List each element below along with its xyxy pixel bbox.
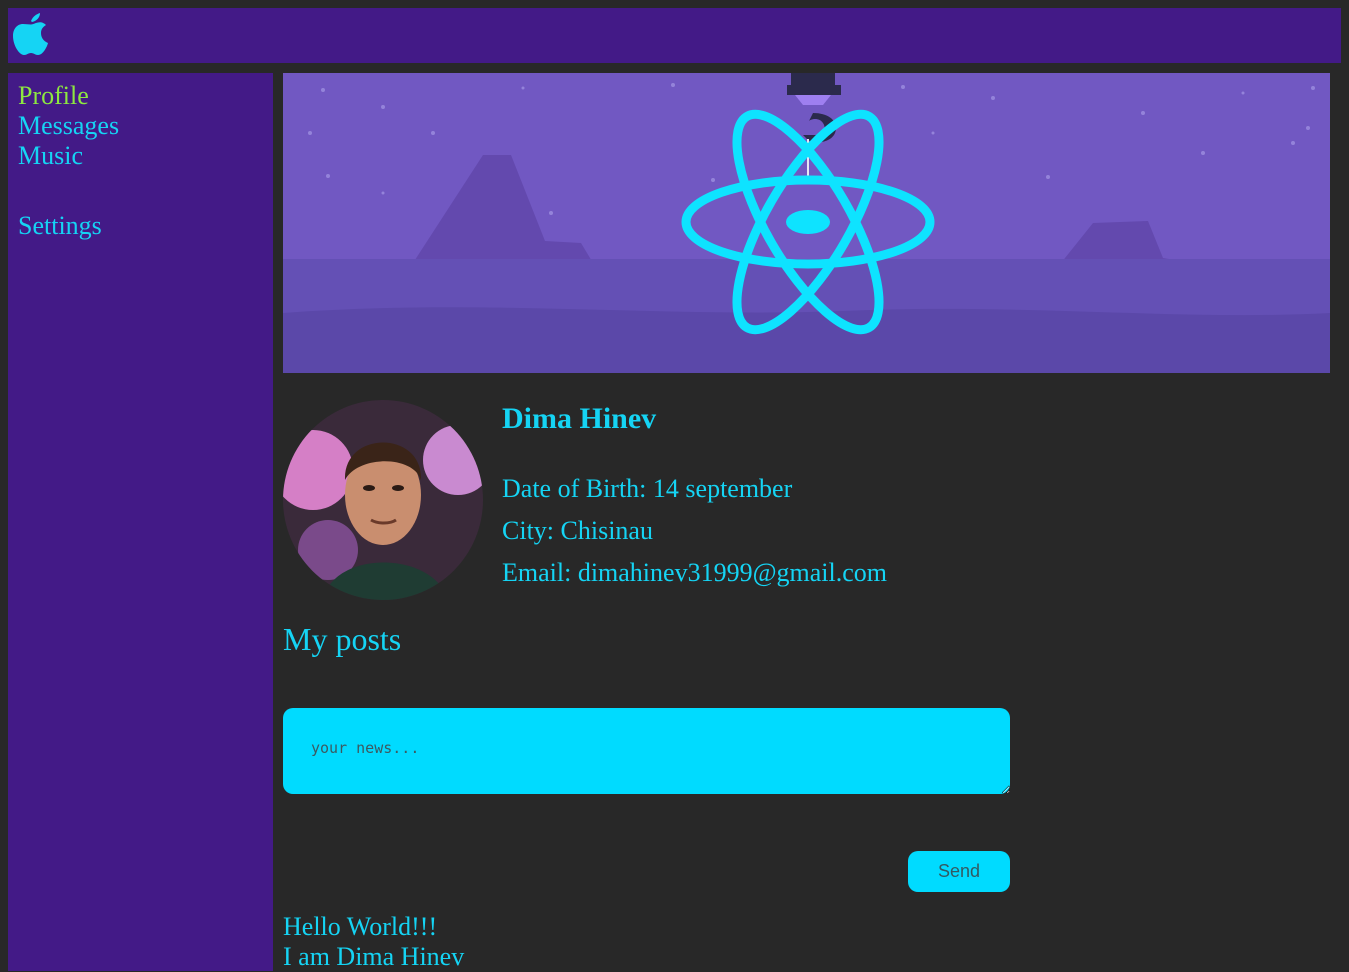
react-banner-image <box>283 73 1330 373</box>
news-input[interactable] <box>283 708 1010 794</box>
post-item: Hello World!!! <box>283 912 438 941</box>
profile-photo-image <box>283 400 483 600</box>
profile-banner <box>283 73 1330 373</box>
post-item: I am Dima Hinev <box>283 942 465 971</box>
posts-title: My posts <box>283 621 402 657</box>
avatar <box>283 400 483 600</box>
nav-item-messages[interactable]: Messages <box>18 111 119 141</box>
nav-item-profile[interactable]: Profile <box>18 81 119 111</box>
send-button[interactable]: Send <box>908 851 1010 892</box>
nav-item-settings[interactable]: Settings <box>18 211 119 241</box>
sidebar-nav: Profile Messages Music Settings <box>18 81 119 241</box>
apple-logo-icon[interactable] <box>13 13 49 55</box>
profile-name: Dima Hinev <box>502 402 657 435</box>
profile-birth-date: Date of Birth: 14 september <box>502 474 793 503</box>
app-header <box>8 8 1341 63</box>
nav-item-music[interactable]: Music <box>18 141 119 171</box>
profile-email: Email: dimahinev31999@gmail.com <box>502 558 887 587</box>
sidebar: Profile Messages Music Settings <box>8 73 273 971</box>
profile-city: City: Chisinau <box>502 516 653 545</box>
